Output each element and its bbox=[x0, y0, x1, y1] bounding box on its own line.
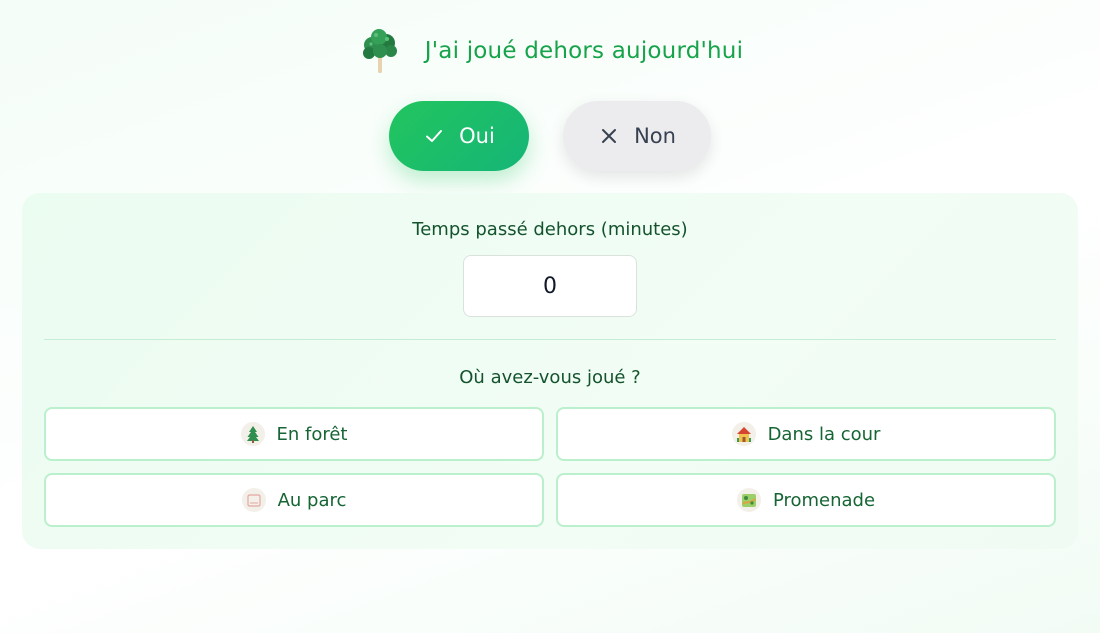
no-button[interactable]: Non bbox=[563, 101, 711, 171]
time-label: Temps passé dehors (minutes) bbox=[412, 219, 688, 240]
divider bbox=[44, 339, 1056, 340]
yes-button[interactable]: Oui bbox=[389, 101, 529, 171]
location-option-forest[interactable]: En forêt bbox=[44, 407, 544, 461]
walk-icon bbox=[736, 488, 761, 512]
details-panel: Temps passé dehors (minutes) Où avez-vou… bbox=[22, 193, 1078, 549]
location-label: Où avez-vous joué ? bbox=[459, 367, 641, 388]
location-options: En forêt Dans la cour Au parc Promenade bbox=[44, 407, 1056, 527]
tree-icon bbox=[357, 26, 403, 76]
yes-no-choice: Oui Non bbox=[0, 101, 1100, 171]
check-icon bbox=[423, 125, 445, 147]
yes-label: Oui bbox=[459, 124, 495, 148]
minutes-input[interactable] bbox=[463, 255, 637, 317]
location-option-walk[interactable]: Promenade bbox=[556, 473, 1056, 527]
location-option-park[interactable]: Au parc bbox=[44, 473, 544, 527]
header: J'ai joué dehors aujourd'hui bbox=[0, 24, 1100, 78]
pine-tree-icon bbox=[240, 422, 265, 446]
house-icon bbox=[731, 422, 756, 446]
close-icon bbox=[598, 125, 620, 147]
location-option-label: Au parc bbox=[277, 489, 347, 511]
location-option-label: En forêt bbox=[276, 423, 348, 445]
page-title: J'ai joué dehors aujourd'hui bbox=[424, 38, 744, 64]
location-option-label: Dans la cour bbox=[767, 423, 881, 445]
park-icon bbox=[241, 488, 266, 512]
location-option-label: Promenade bbox=[772, 489, 876, 511]
location-option-yard[interactable]: Dans la cour bbox=[556, 407, 1056, 461]
no-label: Non bbox=[634, 124, 676, 148]
